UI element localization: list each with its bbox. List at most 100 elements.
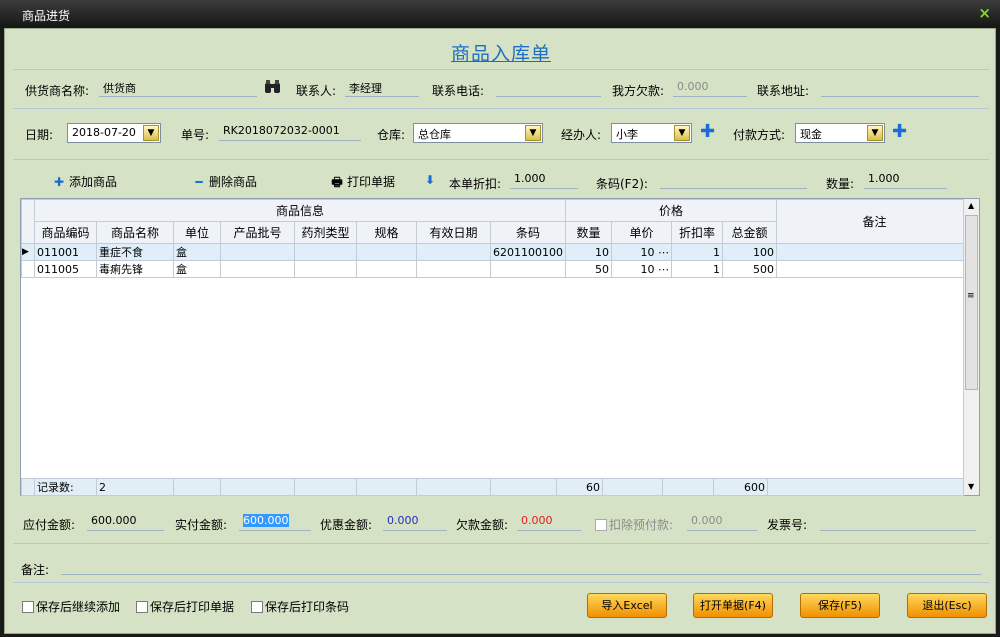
cell-batch[interactable]: [220, 243, 295, 261]
col-header-rate[interactable]: 折扣率: [671, 221, 723, 244]
payment-select[interactable]: 现金 ▼: [795, 123, 885, 143]
open-receipt-button[interactable]: 打开单据(F4): [693, 593, 773, 618]
close-icon[interactable]: ×: [978, 4, 991, 22]
prepay-checkbox[interactable]: 扣除预付款:: [595, 516, 673, 533]
warehouse-value: 总仓库: [418, 128, 451, 141]
cell-price[interactable]: 10 ⋯: [611, 243, 672, 261]
ellipsis-icon[interactable]: ⋯: [658, 246, 669, 259]
table-row[interactable]: ▶ 011001 重症不食 盒 6201100100 10 10 ⋯ 1 100: [21, 243, 973, 261]
product-grid[interactable]: 商品信息 价格 备注 商品编码 商品名称 单位 产品批号 药剂类型 规格 有效日…: [20, 198, 980, 496]
cell-code[interactable]: 011005: [34, 260, 97, 278]
col-header-barcode[interactable]: 条码: [490, 221, 566, 244]
quantity-label: 数量:: [826, 177, 855, 191]
col-header-name[interactable]: 商品名称: [96, 221, 174, 244]
remark-header: 备注: [776, 199, 973, 244]
cell-batch[interactable]: [220, 260, 295, 278]
add-product-label: 添加商品: [69, 175, 118, 189]
print-button[interactable]: 🖶 打印单据: [329, 173, 395, 194]
col-header-qty[interactable]: 数量: [565, 221, 612, 244]
discount-amount-field[interactable]: 0.000: [383, 514, 447, 531]
col-header-price[interactable]: 单价: [611, 221, 672, 244]
col-header-spec[interactable]: 规格: [356, 221, 417, 244]
payable-field: 600.000: [87, 514, 164, 531]
cell-type[interactable]: [294, 260, 357, 278]
cell-name[interactable]: 重症不食: [96, 243, 174, 261]
remark-field[interactable]: [61, 558, 981, 575]
col-header-code[interactable]: 商品编码: [34, 221, 97, 244]
scroll-thumb[interactable]: [965, 215, 978, 390]
cell-total[interactable]: 100: [722, 243, 777, 261]
chevron-down-icon[interactable]: ▼: [525, 125, 541, 141]
date-picker[interactable]: 2018-07-20 ▼: [67, 123, 161, 143]
phone-label: 联系电话:: [432, 84, 485, 98]
delete-product-button[interactable]: ━ 删除商品: [191, 173, 257, 190]
col-header-batch[interactable]: 产品批号: [220, 221, 295, 244]
barcode-label: 条码(F2):: [596, 177, 648, 191]
payment-label: 付款方式:: [733, 128, 786, 142]
discount-amount-label: 优惠金额:: [320, 518, 373, 532]
barcode-input[interactable]: [660, 172, 807, 189]
add-product-button[interactable]: ✚ 添加商品: [51, 173, 117, 190]
quantity-input[interactable]: 1.000: [864, 172, 947, 189]
contact-field[interactable]: 李经理: [345, 80, 419, 97]
paid-field[interactable]: 600.000: [239, 514, 311, 531]
cell-price-value: 10: [640, 262, 655, 276]
delete-product-label: 删除商品: [209, 175, 258, 189]
cell-qty[interactable]: 10: [565, 243, 612, 261]
continue-add-checkbox[interactable]: 保存后继续添加: [22, 598, 120, 615]
add-payment-icon[interactable]: ✚: [892, 123, 907, 141]
cell-qty[interactable]: 50: [565, 260, 612, 278]
cell-unit[interactable]: 盒: [173, 243, 221, 261]
binoculars-icon[interactable]: [264, 80, 281, 98]
cell-barcode[interactable]: [490, 260, 566, 278]
cell-remark[interactable]: [776, 243, 973, 261]
cell-price[interactable]: 10 ⋯: [611, 260, 672, 278]
cell-name[interactable]: 毒痢先锋: [96, 260, 174, 278]
cell-code[interactable]: 011001: [34, 243, 97, 261]
add-handler-icon[interactable]: ✚: [700, 123, 715, 141]
order-discount-field[interactable]: 1.000: [510, 172, 578, 189]
owed-field: 0.000: [517, 514, 581, 531]
cell-total[interactable]: 500: [722, 260, 777, 278]
table-row[interactable]: 011005 毒痢先锋 盒 50 10 ⋯ 1 500: [21, 260, 973, 278]
invoice-field[interactable]: [820, 514, 976, 531]
chevron-down-icon[interactable]: ▼: [143, 125, 159, 141]
cell-type[interactable]: [294, 243, 357, 261]
scroll-up-icon[interactable]: ▲: [968, 201, 974, 210]
handler-select[interactable]: 小李 ▼: [611, 123, 692, 143]
down-arrow-icon[interactable]: ⬇: [422, 173, 440, 187]
col-header-type[interactable]: 药剂类型: [294, 221, 357, 244]
cell-barcode[interactable]: 6201100100: [490, 243, 566, 261]
vertical-scrollbar[interactable]: ▲ ≡ ▼: [963, 199, 979, 495]
col-header-expiry[interactable]: 有效日期: [416, 221, 491, 244]
print-barcode-checkbox[interactable]: 保存后打印条码: [251, 598, 349, 615]
cell-remark[interactable]: [776, 260, 973, 278]
chevron-down-icon[interactable]: ▼: [867, 125, 883, 141]
divider: [13, 582, 989, 583]
cell-spec[interactable]: [356, 243, 417, 261]
cell-rate[interactable]: 1: [671, 260, 723, 278]
col-header-unit[interactable]: 单位: [173, 221, 221, 244]
print-receipt-checkbox[interactable]: 保存后打印单据: [136, 598, 234, 615]
chevron-down-icon[interactable]: ▼: [674, 125, 690, 141]
scroll-down-icon[interactable]: ▼: [968, 482, 974, 491]
prepay-field: 0.000: [687, 514, 757, 531]
cell-expiry[interactable]: [416, 260, 491, 278]
exit-button[interactable]: 退出(Esc): [907, 593, 987, 618]
address-field[interactable]: [821, 80, 979, 97]
cell-expiry[interactable]: [416, 243, 491, 261]
col-header-total[interactable]: 总金额: [722, 221, 777, 244]
save-button[interactable]: 保存(F5): [800, 593, 880, 618]
warehouse-select[interactable]: 总仓库 ▼: [413, 123, 543, 143]
supplier-name-field[interactable]: 供货商: [99, 80, 257, 97]
grid-corner: [21, 199, 35, 244]
import-excel-button[interactable]: 导入Excel: [587, 593, 667, 618]
phone-field[interactable]: [496, 80, 601, 97]
cell-rate[interactable]: 1: [671, 243, 723, 261]
divider: [13, 108, 989, 109]
checkbox-icon: [595, 519, 607, 531]
ellipsis-icon[interactable]: ⋯: [658, 263, 669, 276]
cell-spec[interactable]: [356, 260, 417, 278]
cell-unit[interactable]: 盒: [173, 260, 221, 278]
row-indicator-icon: ▶: [21, 243, 35, 261]
